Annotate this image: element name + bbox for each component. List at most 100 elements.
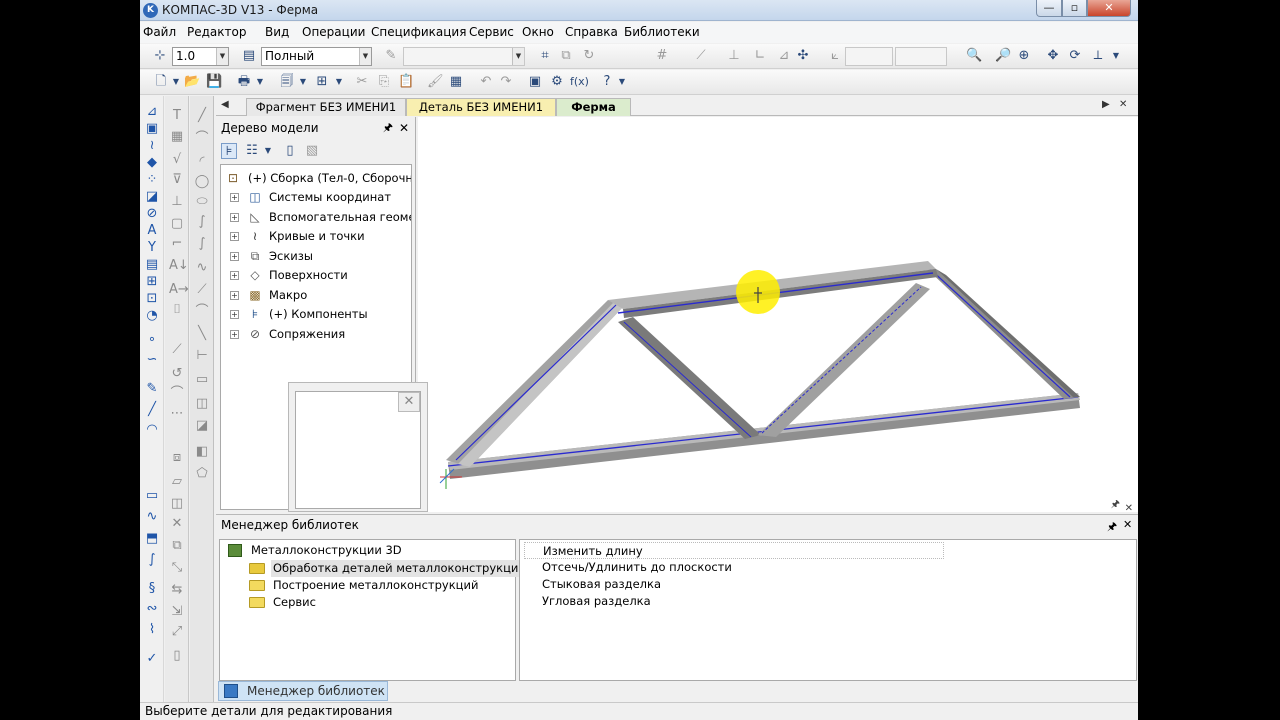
select-icon[interactable]: ◔ (144, 308, 160, 324)
split-icon[interactable]: ◪ (194, 418, 210, 434)
check-angle-icon[interactable]: √ (169, 152, 185, 168)
expand-icon[interactable]: + (230, 271, 239, 280)
library-command[interactable]: Изменить длину (524, 542, 944, 559)
filter-icon[interactable]: Y (144, 240, 160, 256)
chevron-down-icon[interactable]: ▼ (331, 74, 347, 90)
curve-tool-icon[interactable]: ⌒ (194, 131, 210, 147)
tree-item[interactable]: + ≀ Кривые и точки (221, 227, 411, 246)
chevron-down-icon[interactable]: ▼ (1108, 48, 1124, 64)
expand-icon[interactable]: + (230, 213, 239, 222)
chevron-down-icon[interactable]: ▼ (295, 74, 311, 90)
close-icon[interactable]: ✕ (1123, 518, 1132, 531)
menu-operations[interactable]: Операции (302, 25, 365, 39)
leader-icon[interactable]: ⌐ (169, 236, 185, 252)
bezier-icon[interactable]: ∫ (194, 214, 210, 230)
layer-icon[interactable]: ▤ (241, 48, 257, 64)
print-icon[interactable]: 🖶 (236, 74, 252, 90)
chevron-down-icon[interactable]: ▼ (260, 143, 276, 159)
menu-editor[interactable]: Редактор (187, 25, 246, 39)
tabs-next-button[interactable]: ▶ (1102, 99, 1110, 110)
extend-icon[interactable]: ◧ (194, 444, 210, 460)
pin-icon[interactable]: 🖈 (383, 117, 393, 139)
cross-icon[interactable]: ✕ (169, 516, 185, 532)
style-combobox[interactable]: ▼ (403, 47, 525, 66)
orientation-icon[interactable]: ⟂ (1090, 48, 1106, 64)
library-tree-item[interactable]: Обработка деталей металлоконструкций (244, 560, 528, 577)
tree-filter-icon[interactable]: ▧ (304, 143, 320, 159)
zoom-part-icon[interactable]: ⧈ (169, 450, 185, 466)
brush-icon[interactable]: ⌒ (169, 386, 185, 402)
expand-icon[interactable]: + (230, 310, 239, 319)
line-icon[interactable]: ╱ (144, 402, 160, 418)
library-command[interactable]: Отсечь/Удлинить до плоскости (524, 559, 944, 576)
help-cursor-icon[interactable]: ? (599, 74, 615, 90)
tree-item[interactable]: + ◇ Поверхности (221, 266, 411, 285)
maximize-button[interactable]: ▫ (1062, 0, 1087, 17)
zoom-in-icon[interactable]: ⊕ (1016, 48, 1032, 64)
tab-truss[interactable]: Ферма (556, 98, 631, 116)
auxiliary-geometry-icon[interactable]: ◪ (144, 189, 160, 205)
variables-icon[interactable]: ⚙ (549, 74, 565, 90)
cut-icon[interactable]: ✂ (354, 74, 370, 90)
library-tree-item[interactable]: Построение металлоконструкций (244, 577, 504, 594)
function-icon[interactable]: f(x) (570, 74, 589, 90)
manager-icon[interactable]: ▣ (527, 74, 543, 90)
base-icon[interactable]: ⊥ (169, 194, 185, 210)
paste-icon[interactable]: 📋 (398, 74, 414, 90)
chamfer-icon[interactable]: ⌒ (194, 304, 210, 320)
section-icon[interactable]: ⌷ (169, 302, 185, 318)
rectangle-icon[interactable]: ▭ (144, 488, 160, 504)
menu-help[interactable]: Справка (565, 25, 618, 39)
mates-icon[interactable]: ⊘ (144, 206, 160, 222)
extrude-icon[interactable]: ⬒ (144, 531, 160, 547)
menu-service[interactable]: Сервис (469, 25, 514, 39)
new-document-icon[interactable]: 🗋 (153, 74, 169, 90)
mirror-icon[interactable]: ⇆ (169, 582, 185, 598)
text-icon[interactable]: T (169, 108, 185, 124)
spline-icon[interactable]: ∽ (144, 352, 160, 368)
dimensions-icon[interactable]: Α (144, 223, 160, 239)
pin-icon[interactable]: 🖈 (1111, 497, 1120, 514)
table-icon[interactable]: ▦ (169, 129, 185, 145)
rotate-view-icon[interactable]: ⟳ (1067, 48, 1083, 64)
tolerance-icon[interactable]: ▢ (169, 216, 185, 232)
tree-view-icon[interactable]: ⊧ (221, 143, 237, 159)
tree-settings-icon[interactable]: ▯ (282, 143, 298, 159)
function-curve-icon[interactable]: ∫ (144, 552, 160, 568)
spatial-curves-icon[interactable]: ≀ (144, 138, 160, 154)
tabs-prev-button[interactable]: ◀ (221, 99, 229, 110)
save-icon[interactable]: 💾 (206, 74, 222, 90)
angle-snap-icon[interactable]: ∟ (752, 48, 768, 64)
tab-part[interactable]: Деталь БЕЗ ИМЕНИ1 (406, 98, 556, 116)
fillet-icon[interactable]: ╲ (194, 326, 210, 342)
scale-icon[interactable]: ⤡ (169, 560, 185, 576)
style-icon[interactable]: ✎ (383, 48, 399, 64)
cursor-step-icon[interactable]: ⊹ (152, 48, 168, 64)
circle-icon[interactable]: ◯ (194, 174, 210, 190)
menu-file[interactable]: Файл (143, 25, 176, 39)
3d-viewport[interactable]: 🖈 ✕ (418, 117, 1138, 514)
coord-x-field[interactable] (845, 47, 893, 66)
tab-fragment[interactable]: Фрагмент БЕЗ ИМЕНИ1 (246, 98, 406, 116)
snap-icon[interactable]: ⌗ (537, 48, 553, 64)
polyline-icon[interactable]: ⌇ (144, 622, 160, 638)
diagnostics-icon[interactable]: ▤ (144, 257, 160, 273)
chevron-down-icon[interactable]: ▼ (168, 74, 184, 90)
menu-libraries[interactable]: Библиотеки (624, 25, 700, 39)
frame-icon[interactable]: ▱ (169, 474, 185, 490)
segment-icon[interactable]: ╱ (194, 108, 210, 124)
mark-icon[interactable]: ↺ (169, 366, 185, 382)
transform-icon[interactable]: ⤢ (169, 624, 185, 640)
tick-icon[interactable]: ✓ (144, 651, 160, 667)
polygon-icon[interactable]: ⬠ (194, 466, 210, 482)
truss-model[interactable] (418, 117, 1138, 512)
chevron-down-icon[interactable]: ▼ (216, 48, 228, 65)
minimize-button[interactable]: — (1036, 0, 1062, 17)
copy-geometry-icon[interactable]: ⧉ (169, 538, 185, 554)
chevron-down-icon[interactable]: ▼ (252, 74, 268, 90)
step-combobox[interactable]: 1.0 ▼ (172, 47, 229, 66)
close-icon[interactable]: ✕ (399, 117, 409, 139)
ortho-icon[interactable]: ⊥ (726, 48, 742, 64)
roughness-icon[interactable]: ⊽ (169, 172, 185, 188)
zoom-window-icon[interactable]: 🔍 (966, 48, 982, 64)
